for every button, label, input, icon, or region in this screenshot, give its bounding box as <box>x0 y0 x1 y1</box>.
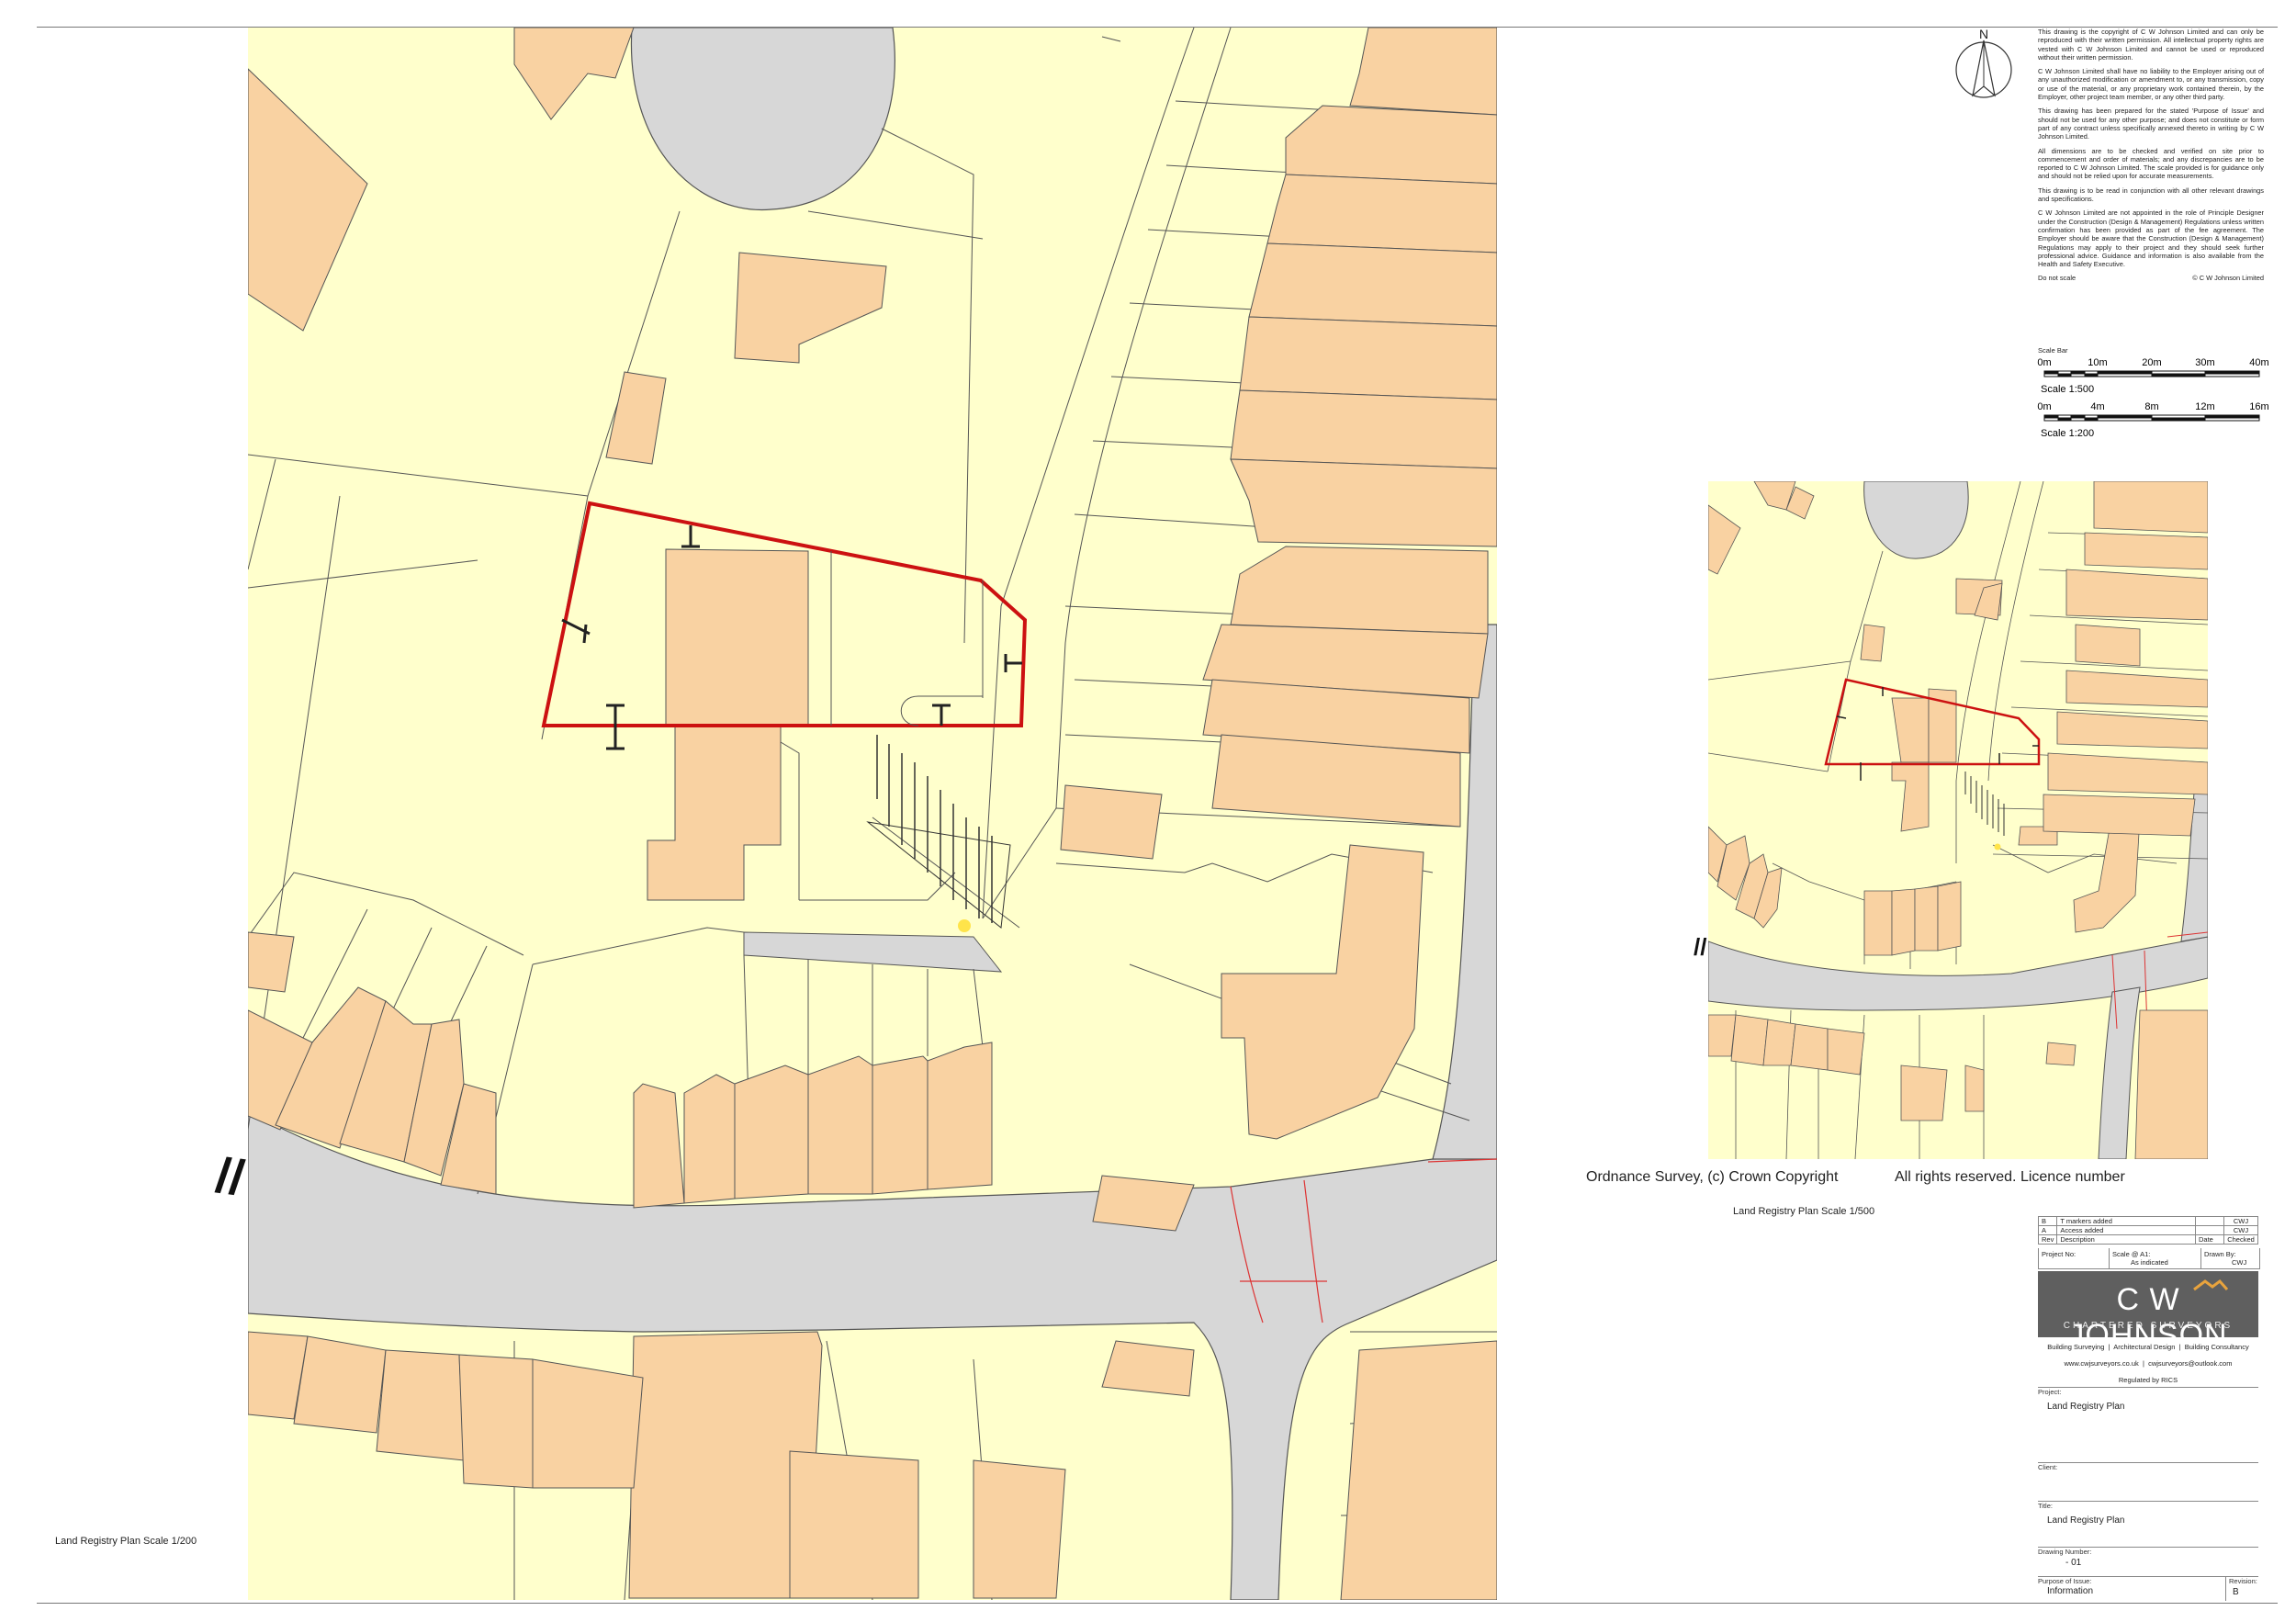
note-copyright: This drawing is the copyright of C W Joh… <box>2038 28 2264 62</box>
purpose-divider <box>2225 1577 2226 1601</box>
title-block-client: Client: <box>2038 1462 2258 1502</box>
title-block-purpose: Purpose of Issue: Information Revision: … <box>2038 1576 2258 1601</box>
scale-value: As indicated <box>2131 1258 2168 1267</box>
company-website-link[interactable]: www.cwjsurveyors.co.uk <box>2065 1359 2139 1368</box>
note-dimensions: All dimensions are to be checked and ver… <box>2038 146 2264 181</box>
scale-bar-500-segments <box>2043 370 2260 377</box>
rev-checked: CWJ <box>2223 1225 2258 1235</box>
client-label: Client: <box>2038 1463 2058 1471</box>
project-value: Land Registry Plan <box>2047 1402 2125 1412</box>
revision-row: A Access added CWJ <box>2037 1225 2258 1235</box>
inset-yellow-marker <box>1994 843 2001 850</box>
copyright-notice: © C W Johnson Limited <box>2192 274 2264 283</box>
scale-bar-title: Scale Bar <box>2038 346 2068 355</box>
rev-description: T markers added <box>2056 1216 2196 1226</box>
rev-header-checked: Checked <box>2223 1234 2258 1245</box>
title-block-project: Project: Land Registry Plan <box>2038 1387 2258 1463</box>
break-mark-inset: // <box>1694 933 1706 961</box>
project-row-divider <box>2109 1248 2110 1268</box>
title-block-title: Title: Land Registry Plan <box>2038 1501 2258 1548</box>
rev-code: B <box>2037 1216 2058 1226</box>
project-row-divider <box>2200 1248 2201 1268</box>
scale-tick-500-0: 0m <box>2037 357 2051 368</box>
scale-tick-500-3: 30m <box>2195 357 2214 368</box>
os-copyright-text: Ordnance Survey, (c) Crown Copyright <box>1586 1169 1839 1185</box>
rev-code: A <box>2037 1225 2058 1235</box>
company-logo: C W JOHNSON CHARTERED SURVEYORS <box>2038 1271 2258 1353</box>
note-cdm: C W Johnson Limited are not appointed in… <box>2038 208 2264 269</box>
drawing-number-label: Drawing Number: <box>2038 1548 2092 1556</box>
service-building-surveying: Building Surveying <box>2047 1343 2105 1351</box>
revision-header-row: Rev Description Date Checked <box>2037 1234 2258 1245</box>
drawn-by-value: CWJ <box>2232 1258 2247 1267</box>
note-purpose: This drawing has been prepared for the s… <box>2038 107 2264 141</box>
drawing-number-value: - 01 <box>2065 1558 2082 1568</box>
rev-checked: CWJ <box>2223 1216 2258 1226</box>
scale-tick-200-0: 0m <box>2037 401 2051 412</box>
company-services: Building Surveying | Architectural Desig… <box>2047 1343 2249 1351</box>
break-mark-main: // <box>212 1148 247 1207</box>
title-label: Title: <box>2038 1502 2053 1510</box>
rights-text: All rights reserved. Licence number <box>1895 1169 2125 1185</box>
scale-tick-200-2: 8m <box>2144 401 2158 412</box>
main-site-map: // <box>212 28 1497 1600</box>
inset-location-map: // <box>1694 481 2208 1159</box>
rev-description: Access added <box>2056 1225 2196 1235</box>
scale-tick-200-4: 16m <box>2249 401 2268 412</box>
title-value: Land Registry Plan <box>2047 1515 2125 1526</box>
revision-row: B T markers added CWJ <box>2037 1216 2258 1226</box>
main-caption: Land Registry Plan Scale 1/200 <box>55 1536 197 1547</box>
rev-header-date: Date <box>2195 1234 2224 1245</box>
scale-bar-200-segments <box>2043 414 2260 422</box>
drawn-by-label: Drawn By: <box>2204 1250 2236 1258</box>
note-conjunction: This drawing is to be read in conjunctio… <box>2038 186 2264 204</box>
scale-tick-500-4: 40m <box>2249 357 2268 368</box>
scale-tick-200-1: 4m <box>2090 401 2104 412</box>
revision-value: B <box>2233 1587 2239 1597</box>
project-no-label: Project No: <box>2042 1250 2077 1258</box>
regulated-by: Regulated by RICS <box>2118 1376 2178 1384</box>
scale-bar-200: 0m 4m 8m 12m 16m Scale 1:200 <box>2037 401 2268 439</box>
rev-date <box>2195 1216 2224 1226</box>
title-block-drawing-number: Drawing Number: - 01 <box>2038 1547 2258 1577</box>
svg-text:N: N <box>1979 27 1988 41</box>
revision-label: Revision: <box>2229 1577 2257 1585</box>
do-not-scale: Do not scale <box>2038 274 2077 283</box>
rev-date <box>2195 1225 2224 1235</box>
project-label: Project: <box>2038 1388 2062 1396</box>
scale-label: Scale @ A1: <box>2112 1250 2151 1258</box>
scale-bar-500: 0m 10m 20m 30m 40m Scale 1:500 <box>2037 357 2268 395</box>
north-arrow-icon: N <box>1955 27 2012 98</box>
rev-header-rev: Rev <box>2037 1234 2058 1245</box>
rev-header-description: Description <box>2056 1234 2196 1245</box>
service-architectural-design: Architectural Design <box>2113 1343 2176 1351</box>
company-email-link[interactable]: cwjsurveyors@outlook.com <box>2148 1359 2232 1368</box>
service-building-consultancy: Building Consultancy <box>2184 1343 2249 1351</box>
company-contact: www.cwjsurveyors.co.uk | cwjsurveyors@ou… <box>2064 1359 2233 1368</box>
scale-tick-500-1: 10m <box>2088 357 2107 368</box>
project-info-row: Project No: Scale @ A1: As indicated Dra… <box>2038 1248 2260 1269</box>
scale-tick-500-2: 20m <box>2142 357 2161 368</box>
note-liability: C W Johnson Limited shall have no liabil… <box>2038 67 2264 102</box>
drawing-notes: This drawing is the copyright of C W Joh… <box>2038 28 2264 283</box>
inset-caption: Land Registry Plan Scale 1/500 <box>1733 1206 1875 1217</box>
yellow-marker <box>958 919 971 932</box>
scale-label-200: Scale 1:200 <box>2041 428 2094 439</box>
company-subtitle: CHARTERED SURVEYORS <box>2063 1321 2234 1331</box>
revision-table: B T markers added CWJ A Access added CWJ… <box>2037 1216 2258 1245</box>
scale-tick-200-3: 12m <box>2195 401 2214 412</box>
scale-label-500: Scale 1:500 <box>2041 384 2094 395</box>
